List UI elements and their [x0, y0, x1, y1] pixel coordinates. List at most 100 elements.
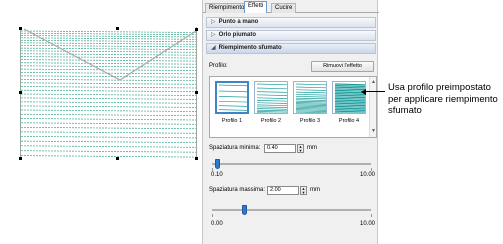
profile-item-4[interactable]: Profilo 4 — [330, 81, 366, 127]
slider-tick — [371, 214, 372, 217]
stitch-row — [20, 59, 197, 62]
thumbnail-stitch — [295, 97, 326, 100]
stitch-row — [20, 105, 197, 108]
selection-handle — [19, 91, 22, 94]
min-spacing-slider-track[interactable] — [212, 163, 371, 165]
stitch-row — [20, 32, 197, 36]
profile-name: Profilo 1 — [221, 118, 243, 124]
min-spacing-range-min: 0.10 — [211, 172, 223, 178]
stitch-row — [20, 56, 197, 59]
stitch-row — [20, 89, 197, 93]
selection-handle — [195, 157, 198, 160]
stitch-row — [20, 93, 197, 96]
scroll-down-icon[interactable]: ▼ — [371, 129, 376, 134]
design-canvas[interactable] — [0, 0, 200, 244]
thumbnail-stitch — [295, 99, 326, 101]
stitch-row — [20, 68, 197, 71]
profile-item-1[interactable]: Profilo 1 — [213, 81, 249, 127]
selection-handle — [195, 28, 198, 31]
thumbnail-stitch — [295, 109, 326, 111]
stitch-row — [20, 131, 197, 134]
stitch-row — [20, 126, 197, 130]
stitch-row — [20, 113, 197, 117]
thumbnail-stitch — [295, 103, 326, 105]
thumbnail-stitch — [334, 104, 365, 107]
remove-effect-button[interactable]: Rimuovi l'effetto — [311, 61, 374, 72]
thumbnail-stitch — [334, 105, 365, 108]
max-spacing-range-min: 0.00 — [211, 221, 223, 227]
callout-text: Usa profilo preimpostato per applicare r… — [388, 82, 498, 116]
expand-arrow-icon: ▷ — [211, 19, 216, 25]
min-spacing-stepper[interactable]: ▲ ▼ — [297, 144, 304, 153]
thumbnail-stitch — [295, 93, 326, 96]
section-title: Punto a mano — [218, 19, 259, 25]
expand-arrow-icon: ▷ — [211, 32, 216, 38]
thumbnail-stitch — [334, 110, 365, 113]
thumbnail-stitch — [334, 85, 365, 87]
thumbnail-stitch — [295, 83, 326, 86]
thumbnail-stitch — [334, 102, 365, 105]
max-spacing-stepper[interactable]: ▲ ▼ — [300, 186, 307, 195]
min-spacing-label: Spaziatura minima: — [209, 145, 261, 151]
thumbnail-stitch — [334, 83, 365, 86]
thumbnail-stitch — [296, 112, 302, 113]
thumbnail-stitch — [295, 86, 326, 89]
min-spacing-input[interactable]: 0.40 — [264, 144, 296, 153]
stitch-row — [20, 109, 197, 112]
max-spacing-slider-track[interactable] — [212, 209, 371, 211]
stitch-row — [20, 35, 197, 38]
thumbnail-stitch — [334, 109, 365, 111]
min-spacing-slider-thumb[interactable] — [214, 159, 220, 169]
max-spacing-unit: mm — [310, 187, 320, 193]
thumbnail-stitch — [295, 110, 326, 112]
profile-item-2[interactable]: Profilo 2 — [252, 81, 288, 127]
thumbnail-stitch — [256, 111, 287, 113]
profile-name: Profilo 2 — [260, 118, 282, 124]
profile-thumbnail — [254, 81, 288, 114]
tab-cucire[interactable]: Cucire — [271, 3, 297, 13]
thumbnail-stitch — [218, 109, 247, 111]
profile-gallery: Profilo 1 Profilo 2 Profilo 3 Profilo 4 … — [209, 76, 377, 138]
embroidery-preview — [19, 27, 198, 160]
profile-thumbnail — [293, 81, 327, 114]
thumbnail-stitch — [218, 100, 247, 103]
max-spacing-input[interactable]: 2.00 — [267, 186, 299, 195]
max-spacing-range-max: 10.00 — [360, 221, 376, 227]
gallery-scrollbar[interactable]: ▲ ▼ — [369, 77, 376, 137]
stitch-row — [20, 97, 197, 100]
slider-tick — [371, 168, 372, 171]
thumbnail-stitch — [256, 112, 282, 113]
thumbnail-stitch — [218, 90, 247, 93]
stitch-row — [20, 62, 197, 65]
tab-riempimento[interactable]: Riempimento — [205, 3, 249, 13]
thumbnail-stitch — [295, 100, 326, 103]
stitch-row — [20, 101, 197, 104]
object-properties-panel: Riempimento Effetti Cucire ▷ Punto a man… — [202, 0, 379, 244]
thumbnail-stitch — [256, 104, 287, 107]
section-title: Riempimento sfumato — [218, 45, 282, 51]
max-spacing-slider-thumb[interactable] — [241, 205, 247, 215]
section-punto-a-mano[interactable]: ▷ Punto a mano — [206, 17, 376, 28]
stitch-row — [20, 75, 197, 78]
profile-name: Profilo 3 — [299, 118, 321, 124]
thumbnail-stitch — [256, 108, 287, 110]
section-riempimento-sfumato[interactable]: ◢ Riempimento sfumato — [206, 43, 376, 54]
thumbnail-stitch — [256, 100, 287, 102]
scroll-up-icon[interactable]: ▲ — [371, 80, 376, 85]
profile-thumbnail — [215, 81, 249, 114]
profile-label: Profilo: — [209, 63, 228, 69]
thumbnail-stitch — [256, 109, 287, 112]
thumbnail-stitch — [219, 113, 249, 114]
stitch-row — [20, 53, 197, 56]
slider-tick — [212, 168, 213, 171]
selection-handle — [19, 27, 22, 30]
profile-item-3[interactable]: Profilo 3 — [291, 81, 327, 127]
thumbnail-stitch — [295, 104, 326, 106]
stitch-row — [20, 37, 197, 40]
thumbnail-stitch — [256, 83, 287, 86]
tab-effetti[interactable]: Effetti — [244, 1, 268, 13]
section-orlo-piumato[interactable]: ▷ Orlo piumato — [206, 30, 376, 41]
thumbnail-stitch — [334, 99, 365, 102]
thumbnail-stitch — [334, 96, 365, 99]
thumbnail-stitch — [334, 112, 365, 113]
